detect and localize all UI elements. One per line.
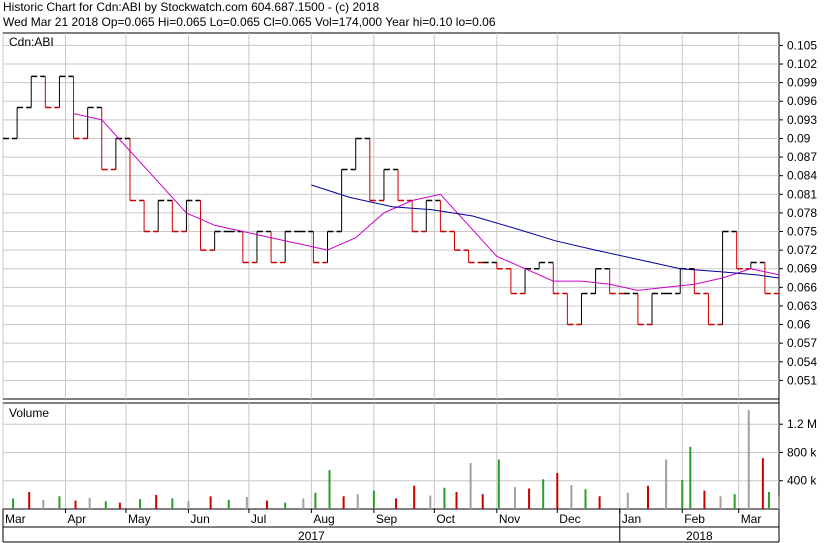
volume-bar xyxy=(88,497,91,509)
volume-y-tick-label: 800 k xyxy=(787,445,817,459)
volume-bar xyxy=(314,492,317,509)
price-y-tick-label: 0.069 xyxy=(787,262,817,276)
price-y-tick-label: 0.102 xyxy=(787,57,817,71)
volume-bar xyxy=(481,494,484,509)
volume-bar xyxy=(245,496,248,509)
volume-bar xyxy=(733,494,736,509)
month-label: May xyxy=(128,512,151,526)
volume-bar xyxy=(227,499,230,509)
price-y-tick-label: 0.081 xyxy=(787,187,817,201)
stock-chart: 0.105 0.102 0.099 0.096 0.093 0.09 0.087 0.084 0… xyxy=(2,32,817,543)
price-y-tick-label: 0.096 xyxy=(787,94,817,108)
price-y-tick-label: 0.093 xyxy=(787,113,817,127)
volume-bar xyxy=(767,492,770,509)
volume-bar xyxy=(28,492,31,509)
volume-bar xyxy=(681,480,684,509)
volume-bar xyxy=(284,502,287,509)
volume-bar xyxy=(469,463,472,509)
volume-bar xyxy=(266,500,269,509)
volume-bar xyxy=(665,459,668,509)
volume-bar xyxy=(513,487,516,509)
volume-bar xyxy=(104,501,107,509)
volume-bar xyxy=(74,500,77,509)
volume-bar xyxy=(187,501,190,509)
month-label: Sep xyxy=(376,512,398,526)
volume-bar xyxy=(155,494,158,509)
price-y-tick-label: 0.078 xyxy=(787,206,817,220)
year-label-2018: 2018 xyxy=(686,529,713,543)
price-y-tick-label: 0.087 xyxy=(787,150,817,164)
price-y-tick-label: 0.066 xyxy=(787,280,817,294)
volume-bar xyxy=(747,410,750,509)
price-y-tick-label: 0.075 xyxy=(787,225,817,239)
volume-bar xyxy=(328,470,331,509)
volume-bar xyxy=(209,496,212,509)
volume-panel-title: Volume xyxy=(9,406,49,420)
volume-bar xyxy=(598,496,601,509)
volume-bar xyxy=(395,498,398,509)
volume-bar xyxy=(443,487,446,509)
volume-bar xyxy=(719,496,722,509)
volume-bar xyxy=(372,490,375,509)
month-label: Aug xyxy=(313,512,334,526)
volume-bar xyxy=(584,489,587,509)
price-y-tick-label: 0.051 xyxy=(787,373,817,387)
volume-bar xyxy=(778,496,780,509)
month-label: Mar xyxy=(741,512,762,526)
volume-bar xyxy=(689,446,692,509)
month-label: Dec xyxy=(559,512,580,526)
volume-bar xyxy=(497,459,500,509)
price-y-tick-label: 0.057 xyxy=(787,336,817,350)
volume-bar xyxy=(626,492,629,509)
month-label: Mar xyxy=(5,512,26,526)
volume-bar xyxy=(646,485,649,509)
volume-bar xyxy=(542,479,545,509)
volume-bar xyxy=(703,490,706,509)
price-y-tick-label: 0.084 xyxy=(787,169,817,183)
volume-bar xyxy=(171,498,174,509)
price-y-tick-label: 0.09 xyxy=(787,131,811,145)
month-label: Jul xyxy=(251,512,266,526)
volume-y-tick-label: 400 k xyxy=(787,474,817,488)
price-y-tick-label: 0.063 xyxy=(787,299,817,313)
volume-y-tick-label: 1.2 M xyxy=(787,417,817,431)
price-panel-frame xyxy=(2,32,780,400)
volume-bar xyxy=(761,458,764,509)
month-label: Jan xyxy=(622,512,641,526)
month-label: Jun xyxy=(190,512,209,526)
volume-bar xyxy=(12,498,15,509)
volume-panel-frame xyxy=(2,402,780,510)
volume-bar xyxy=(302,498,305,509)
volume-bar xyxy=(139,499,142,509)
volume-bar xyxy=(570,484,573,509)
price-y-tick-label: 0.06 xyxy=(787,318,811,332)
price-y-tick-label: 0.099 xyxy=(787,76,817,90)
price-panel-title: Cdn:ABI xyxy=(9,35,54,49)
volume-bar xyxy=(118,502,121,509)
volume-bar xyxy=(413,485,416,509)
year-label-2017: 2017 xyxy=(298,529,325,543)
price-y-tick-label: 0.105 xyxy=(787,38,817,52)
volume-bar xyxy=(342,496,345,509)
volume-bar xyxy=(556,472,559,509)
volume-bar xyxy=(429,495,432,509)
month-label: Oct xyxy=(436,512,455,526)
month-label: Feb xyxy=(684,512,705,526)
price-y-tick-label: 0.054 xyxy=(787,355,817,369)
month-label: Apr xyxy=(67,512,86,526)
volume-bar xyxy=(42,499,45,509)
volume-bar xyxy=(58,496,61,509)
volume-bar xyxy=(356,494,359,509)
chart-page: Historic Chart for Cdn:ABI by Stockwatch… xyxy=(0,0,830,543)
price-y-tick-label: 0.072 xyxy=(787,243,817,257)
volume-bar xyxy=(455,492,458,509)
month-label: Nov xyxy=(499,512,520,526)
volume-bar xyxy=(528,488,531,509)
